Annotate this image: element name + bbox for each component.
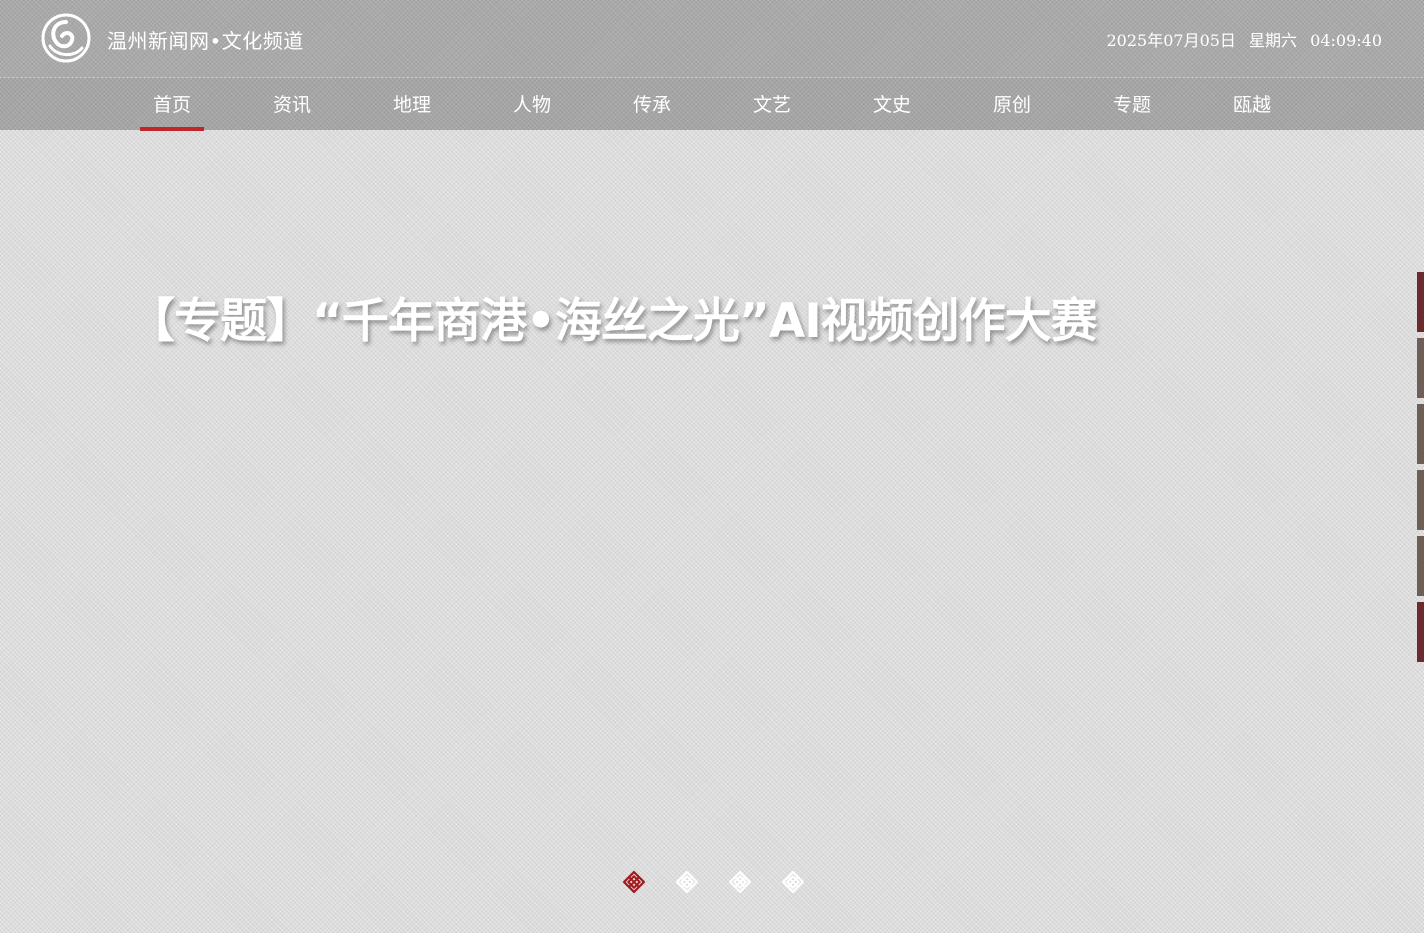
nav-item-news[interactable]: 资讯 bbox=[232, 78, 352, 130]
side-tab[interactable] bbox=[1417, 470, 1424, 530]
top-header: 温州新闻网•文化频道 2025年07月05日 星期六 04:09:40 bbox=[0, 0, 1424, 77]
chinese-knot-icon[interactable] bbox=[618, 866, 650, 898]
side-tab[interactable] bbox=[1417, 272, 1424, 332]
nav-item-topics[interactable]: 专题 bbox=[1072, 78, 1192, 130]
nav-item-home[interactable]: 首页 bbox=[112, 78, 232, 131]
nav-item-geography[interactable]: 地理 bbox=[352, 78, 472, 130]
side-tab[interactable] bbox=[1417, 602, 1424, 662]
nav-item-people[interactable]: 人物 bbox=[472, 78, 592, 130]
swirl-logo-icon[interactable] bbox=[40, 12, 92, 64]
nav-list: 首页 资讯 地理 人物 传承 文艺 文史 原创 专题 瓯越 bbox=[112, 78, 1312, 131]
chinese-knot-icon[interactable] bbox=[724, 866, 756, 898]
main-nav: 首页 资讯 地理 人物 传承 文艺 文史 原创 专题 瓯越 bbox=[0, 77, 1424, 131]
nav-item-heritage[interactable]: 传承 bbox=[592, 78, 712, 130]
weekday-text: 星期六 bbox=[1249, 31, 1298, 50]
site-title[interactable]: 温州新闻网•文化频道 bbox=[107, 25, 304, 54]
side-tab[interactable] bbox=[1417, 536, 1424, 596]
chinese-knot-icon[interactable] bbox=[671, 866, 703, 898]
chinese-knot-icon[interactable] bbox=[777, 866, 809, 898]
side-tab[interactable] bbox=[1417, 404, 1424, 464]
nav-item-original[interactable]: 原创 bbox=[952, 78, 1072, 130]
nav-item-arts[interactable]: 文艺 bbox=[712, 78, 832, 130]
hero-slide-title[interactable]: 【专题】“千年商港•海丝之光”AI视频创作大赛 bbox=[128, 282, 1098, 351]
current-datetime: 2025年07月05日 星期六 04:09:40 bbox=[1098, 27, 1382, 51]
nav-item-ouyue[interactable]: 瓯越 bbox=[1192, 78, 1312, 130]
time-text: 04:09:40 bbox=[1310, 31, 1382, 50]
slider-pagination bbox=[618, 866, 809, 898]
date-text: 2025年07月05日 bbox=[1106, 31, 1236, 50]
side-tab[interactable] bbox=[1417, 338, 1424, 398]
nav-item-history[interactable]: 文史 bbox=[832, 78, 952, 130]
side-tabs bbox=[1417, 272, 1424, 668]
